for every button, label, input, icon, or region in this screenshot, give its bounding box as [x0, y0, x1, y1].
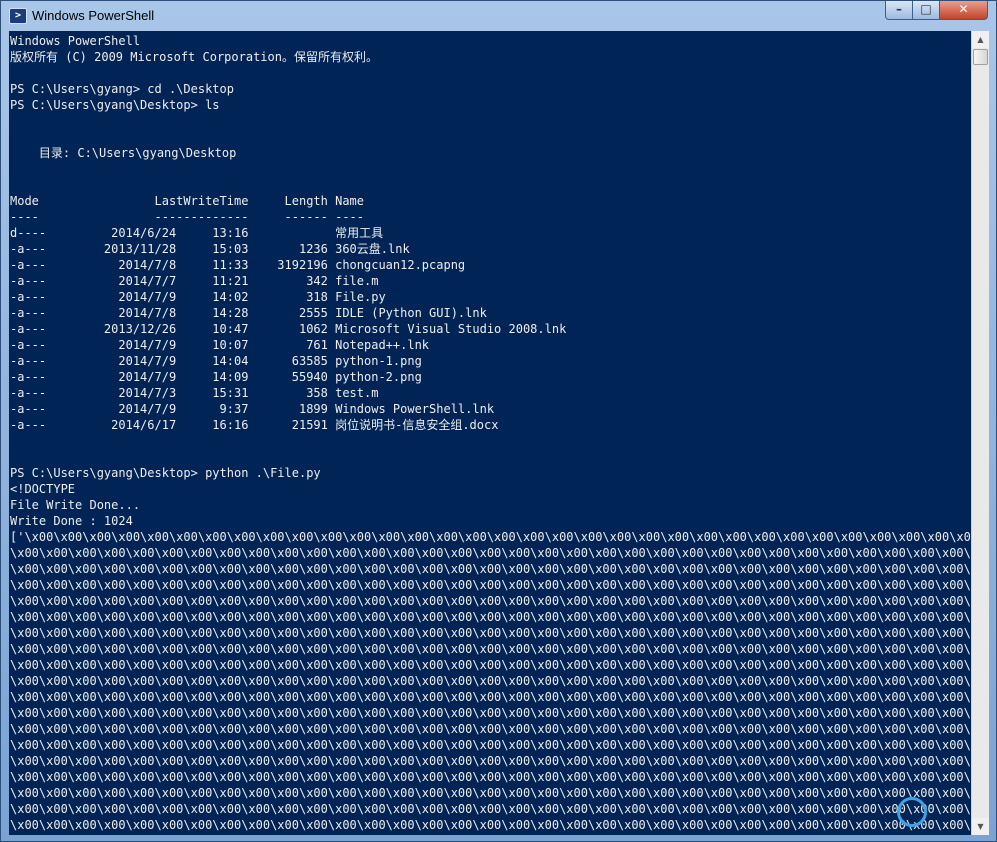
vertical-scrollbar[interactable]: ▲ ▼ — [971, 31, 989, 835]
window-title: Windows PowerShell — [32, 8, 155, 23]
powershell-icon[interactable]: > — [9, 8, 27, 24]
minimize-icon: – — [896, 2, 902, 16]
watermark-logo-icon — [897, 797, 927, 827]
close-button[interactable]: ✕ — [939, 1, 988, 20]
watermark — [891, 791, 991, 835]
maximize-button[interactable]: □ — [912, 1, 940, 20]
console-output: Windows PowerShell 版权所有 (C) 2009 Microso… — [10, 34, 971, 835]
scroll-up-arrow-icon[interactable]: ▲ — [972, 31, 989, 48]
maximize-icon: □ — [920, 2, 932, 16]
close-icon: ✕ — [958, 2, 969, 16]
powershell-window: > Windows PowerShell – □ ✕ Windows Power… — [0, 0, 997, 842]
console-area[interactable]: Windows PowerShell 版权所有 (C) 2009 Microso… — [9, 31, 971, 835]
minimize-button[interactable]: – — [885, 1, 913, 20]
title-bar[interactable]: > Windows PowerShell – □ ✕ — [1, 1, 996, 31]
scrollbar-thumb[interactable] — [973, 49, 988, 65]
